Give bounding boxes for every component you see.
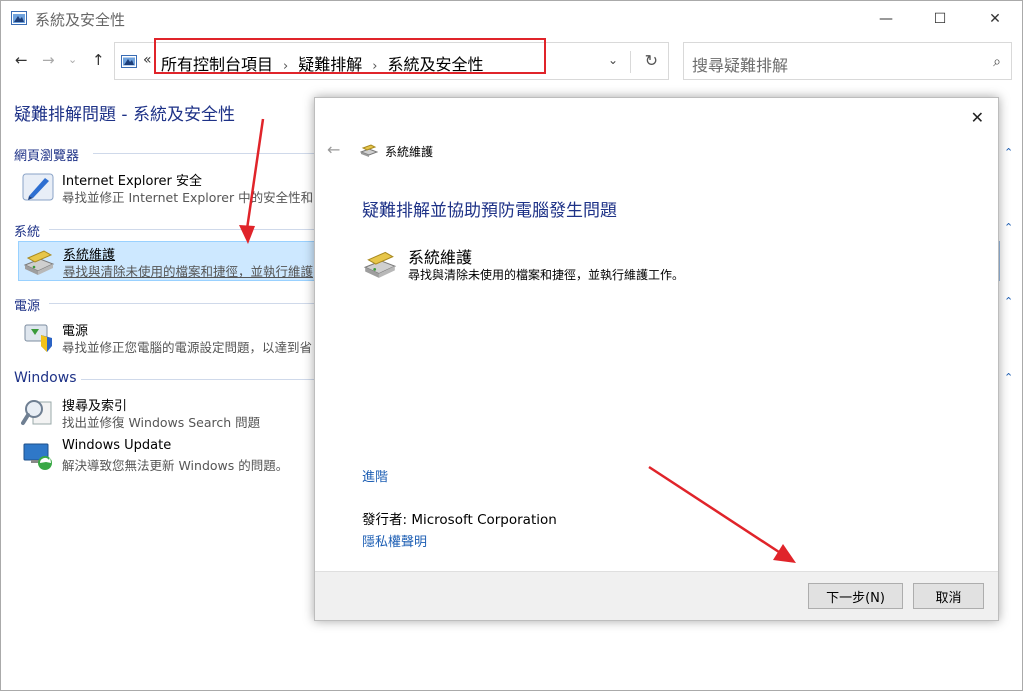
back-button[interactable]: ← (15, 51, 28, 69)
minimize-icon: — (879, 11, 893, 27)
dialog-item-title: 系統維護 (408, 248, 473, 267)
item-description: 找出並修復 Windows Search 問題 (62, 415, 261, 430)
collapse-group-icon[interactable]: ⌃ (1004, 295, 1013, 308)
control-panel-window: 系統及安全性 — ☐ ✕ ← → ⌄ ↑ « 所有控制台項目 › 疑難排解 › 系統及安… (0, 0, 1023, 691)
item-description: 解決導致您無法更新 Windows 的問題。 (62, 458, 289, 473)
maximize-button[interactable]: ☐ (917, 1, 963, 37)
search-icon[interactable]: ⌕ (993, 54, 1001, 70)
dialog-back-icon[interactable]: ← (327, 140, 340, 159)
power-icon (24, 324, 52, 352)
group-header-browser: 網頁瀏覽器 (14, 149, 80, 164)
dialog-heading: 疑難排解並協助預防電腦發生問題 (362, 201, 617, 221)
collapse-group-icon[interactable]: ⌃ (1004, 146, 1013, 159)
address-dropdown-icon[interactable]: ⌄ (608, 53, 618, 67)
close-icon: ✕ (989, 11, 1001, 27)
search-box[interactable]: 搜尋疑難排解 ⌕ (683, 42, 1012, 80)
troubleshooter-dialog: ✕ ← 系統維護 疑難排解並協助預防電腦發生問題 系統維護 尋找與清除未使用的檔… (314, 97, 999, 621)
group-header-windows: Windows (14, 370, 77, 386)
list-item-power[interactable]: 電源 尋找並修正您電腦的電源設定問題，以達到省 (18, 318, 318, 358)
page-title: 疑難排解問題 - 系統及安全性 (14, 105, 235, 125)
minimize-button[interactable]: — (863, 1, 909, 37)
dialog-footer: 下一步(N) 取消 (315, 571, 998, 620)
breadcrumb-highlight-box (154, 38, 546, 74)
group-header-power: 電源 (14, 299, 41, 314)
cancel-button[interactable]: 取消 (913, 583, 984, 609)
close-window-button[interactable]: ✕ (972, 1, 1018, 37)
ie-security-icon (22, 173, 54, 201)
collapse-group-icon[interactable]: ⌃ (1004, 221, 1013, 234)
up-button[interactable]: ↑ (92, 51, 105, 69)
dialog-close-icon[interactable]: ✕ (971, 108, 984, 127)
maximize-icon: ☐ (933, 11, 947, 27)
item-title: Windows Update (62, 438, 172, 453)
search-input[interactable]: 搜尋疑難排解 (692, 52, 788, 76)
system-maintenance-icon (363, 251, 397, 278)
control-panel-icon (121, 55, 137, 68)
next-button[interactable]: 下一步(N) (808, 583, 903, 609)
dialog-item-description: 尋找與清除未使用的檔案和捷徑，並執行維護工作。 (408, 268, 685, 282)
system-maintenance-icon (23, 250, 55, 275)
list-item-search-indexing[interactable]: 搜尋及索引 找出並修復 Windows Search 問題 (18, 393, 318, 433)
item-description: 尋找並修正您電腦的電源設定問題，以達到省 (62, 340, 313, 355)
publisher-text: 發行者: Microsoft Corporation (362, 512, 557, 528)
search-indexing-icon (21, 400, 52, 425)
advanced-link[interactable]: 進階 (362, 466, 388, 485)
item-description: 尋找與清除未使用的檔案和捷徑，並執行維護 (63, 264, 314, 279)
item-description: 尋找並修正 Internet Explorer 中的安全性和隱 (62, 190, 326, 205)
dialog-app-title: 系統維護 (385, 145, 434, 159)
windows-update-icon (23, 443, 52, 470)
forward-button[interactable]: → (42, 51, 55, 69)
recent-dropdown-icon[interactable]: ⌄ (68, 53, 77, 66)
group-header-system: 系統 (14, 225, 41, 240)
privacy-link[interactable]: 隱私權聲明 (362, 531, 427, 550)
list-item-windows-update[interactable]: Windows Update 解決導致您無法更新 Windows 的問題。 (18, 436, 318, 476)
refresh-icon[interactable]: ↻ (629, 51, 658, 73)
control-panel-icon (11, 11, 27, 25)
system-maintenance-icon (360, 144, 378, 157)
list-item-ie-security[interactable]: Internet Explorer 安全 尋找並修正 Internet Expl… (18, 168, 326, 208)
collapse-group-icon[interactable]: ⌃ (1004, 371, 1013, 384)
address-overflow-icon[interactable]: « (143, 52, 152, 68)
title-bar: 系統及安全性 — ☐ ✕ (1, 1, 1022, 37)
list-item-system-maintenance[interactable]: 系統維護 尋找與清除未使用的檔案和捷徑，並執行維護 (18, 241, 318, 281)
window-title: 系統及安全性 (35, 11, 126, 29)
